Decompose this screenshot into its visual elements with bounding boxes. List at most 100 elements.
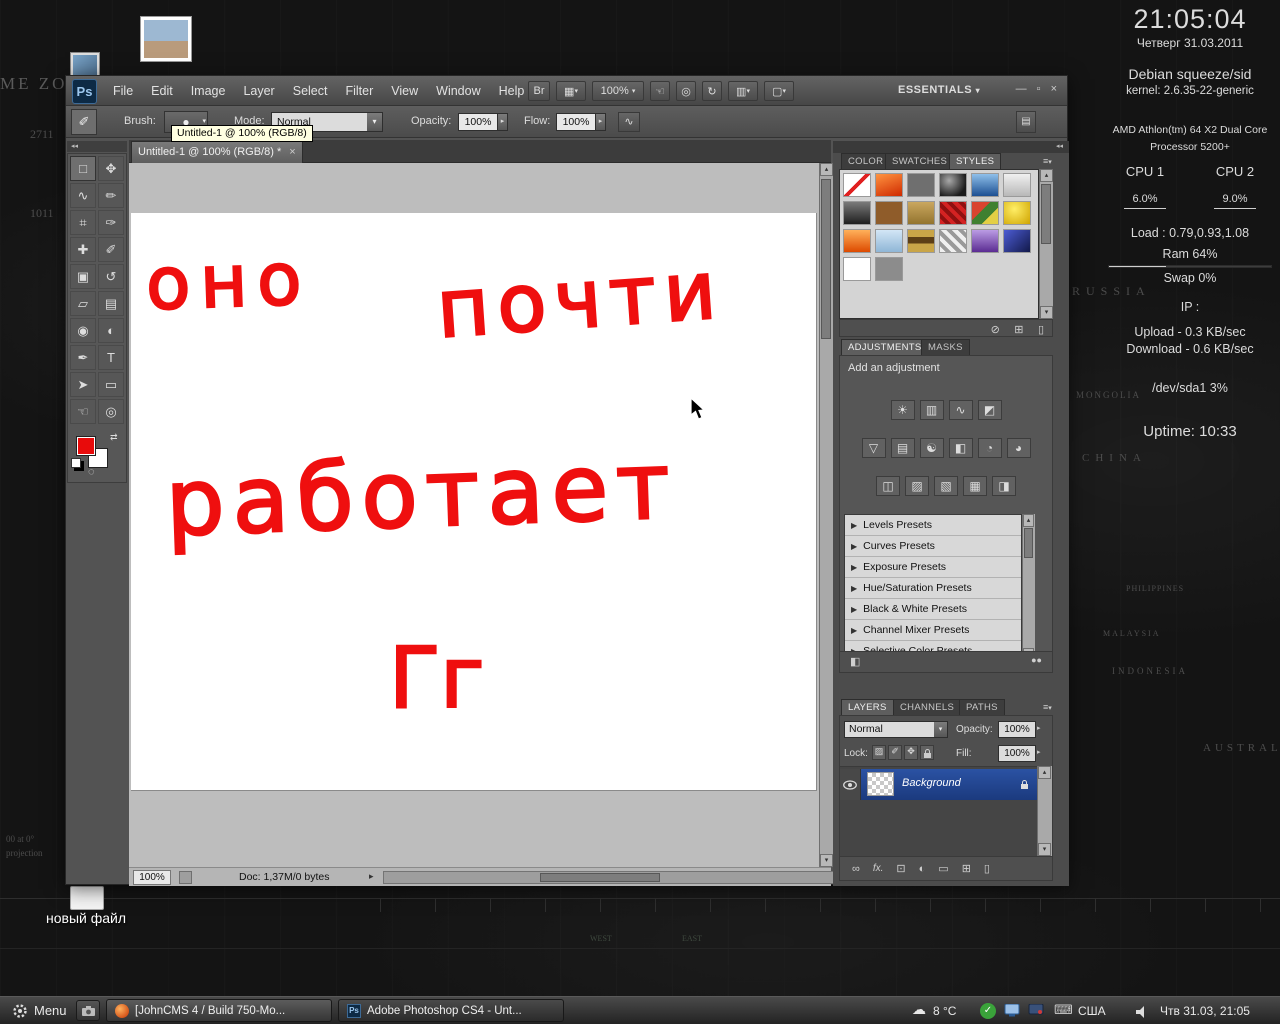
opacity-spinner[interactable]: ▸ <box>497 113 508 131</box>
tool-gradient[interactable]: ▤ <box>98 291 124 316</box>
layer-group-icon[interactable]: ▭ <box>938 862 948 875</box>
tab-color[interactable]: COLOR <box>841 153 891 169</box>
delete-layer-icon[interactable]: ▯ <box>984 862 990 875</box>
view-extras-button[interactable]: ▦ ▾ <box>556 81 586 101</box>
style-swatch[interactable] <box>939 173 967 197</box>
default-colors-icon[interactable] <box>71 458 81 468</box>
scroll-down-arrow[interactable]: ▾ <box>1040 306 1053 319</box>
adj-invert-icon[interactable]: ◫ <box>876 476 900 496</box>
style-swatch[interactable] <box>1003 229 1031 253</box>
document-tab[interactable]: Untitled-1 @ 100% (RGB/8) * × <box>131 141 303 163</box>
menu-help[interactable]: Help <box>490 76 534 106</box>
tab-layers[interactable]: LAYERS <box>841 699 894 715</box>
adj-selective-color-icon[interactable]: ◨ <box>992 476 1016 496</box>
tool-hand[interactable]: ☜ <box>70 399 96 424</box>
panel-toggle-icon[interactable]: ▤ <box>1016 111 1036 133</box>
tool-blur[interactable]: ◉ <box>70 318 96 343</box>
arrange-documents-button[interactable]: ▥ ▾ <box>728 81 758 101</box>
tool-lasso[interactable]: ∿ <box>70 183 96 208</box>
style-swatch[interactable] <box>971 229 999 253</box>
expand-arrow-icon[interactable]: ▶ <box>851 521 857 530</box>
toolbar-collapse-strip[interactable]: ◂◂ <box>67 141 127 152</box>
quick-mask-icon[interactable]: ◌ <box>88 466 95 478</box>
clear-style-icon[interactable]: ⊘ <box>991 324 1000 336</box>
screenshot-button[interactable] <box>76 1000 100 1021</box>
layers-scrollbar[interactable]: ▴ ▾ <box>1037 766 1052 856</box>
menu-view[interactable]: View <box>382 76 427 106</box>
adj-posterize-icon[interactable]: ▨ <box>905 476 929 496</box>
delete-style-icon[interactable]: ▯ <box>1038 324 1044 336</box>
foreground-color-swatch[interactable] <box>76 436 96 456</box>
expand-arrow-icon[interactable]: ▶ <box>851 605 857 614</box>
tool-dodge[interactable]: ◐ <box>98 318 124 343</box>
updates-tray-icon[interactable]: ✓ <box>980 1003 996 1019</box>
fill-field[interactable]: 100% <box>998 745 1036 762</box>
lock-pixels-icon[interactable]: ✐ <box>888 745 902 760</box>
adj-color-balance-icon[interactable]: ☯ <box>919 438 944 458</box>
layer-thumbnail[interactable] <box>867 772 894 796</box>
style-swatch[interactable] <box>971 173 999 197</box>
expand-arrow-icon[interactable]: ▶ <box>851 584 857 593</box>
panel-switch-icon[interactable]: ◧ <box>850 655 860 668</box>
layer-row-background[interactable]: Background <box>840 769 1037 800</box>
tool-clone-stamp[interactable]: ▣ <box>70 264 96 289</box>
network-tray-icon[interactable] <box>1028 1003 1044 1022</box>
taskbar-item-johncms[interactable]: [JohnCMS 4 / Build 750-Mo... <box>106 999 332 1022</box>
scroll-up-arrow[interactable]: ▴ <box>820 163 833 176</box>
style-swatch[interactable] <box>843 201 871 225</box>
maximize-button[interactable]: ▫ <box>1037 83 1041 95</box>
tool-eraser[interactable]: ▱ <box>70 291 96 316</box>
expand-arrow-icon[interactable]: ▶ <box>851 542 857 551</box>
preset-levels[interactable]: ▶ Levels Presets <box>845 515 1021 536</box>
tab-masks[interactable]: MASKS <box>921 339 970 355</box>
style-swatch[interactable] <box>843 229 871 253</box>
style-swatch[interactable] <box>1003 201 1031 225</box>
lock-all-icon[interactable] <box>920 745 934 760</box>
tool-quick-selection[interactable]: ✏ <box>98 183 124 208</box>
desktop-icon-new-file-label[interactable]: новый файл <box>46 910 126 926</box>
tab-adjustments[interactable]: ADJUSTMENTS <box>841 339 929 355</box>
style-swatch[interactable] <box>875 201 903 225</box>
adjustment-layer-icon[interactable]: ◐ <box>919 863 926 875</box>
panel-menu-icon[interactable]: ≡▾ <box>1043 702 1052 712</box>
rotate-view-button[interactable]: ↻ <box>702 81 722 101</box>
screen-mode-button[interactable]: ▢ ▾ <box>764 81 794 101</box>
tool-eyedropper[interactable]: ✑ <box>98 210 124 235</box>
volume-tray-icon[interactable] <box>1136 1005 1148 1023</box>
keyboard-layout-indicator[interactable]: США <box>1078 1004 1106 1018</box>
taskbar-item-photoshop[interactable]: Ps Adobe Photoshop CS4 - Unt... <box>338 999 564 1022</box>
new-style-icon[interactable]: ⊞ <box>1014 324 1023 336</box>
close-tab-icon[interactable]: × <box>289 142 295 163</box>
style-swatch[interactable] <box>939 229 967 253</box>
style-swatch[interactable] <box>939 201 967 225</box>
opacity-field[interactable]: 100% <box>458 113 498 131</box>
presets-scrollbar[interactable]: ▴ ▾ <box>1022 514 1035 661</box>
display-tray-icon[interactable] <box>1004 1003 1020 1022</box>
minimize-button[interactable]: — <box>1016 83 1027 95</box>
style-swatch[interactable] <box>843 173 871 197</box>
styles-scroll-thumb[interactable] <box>1041 184 1051 244</box>
adj-hue-saturation-icon[interactable]: ▤ <box>890 438 915 458</box>
scroll-up-arrow[interactable]: ▴ <box>1040 169 1053 182</box>
menu-button[interactable]: Menu <box>4 999 75 1022</box>
adj-black-white-icon[interactable]: ◧ <box>948 438 973 458</box>
tool-move[interactable]: ✥ <box>98 156 124 181</box>
preset-black-white[interactable]: ▶ Black & White Presets <box>845 599 1021 620</box>
vertical-scroll-thumb[interactable] <box>821 179 831 339</box>
new-layer-icon[interactable]: ⊞ <box>962 862 971 875</box>
tab-swatches[interactable]: SWATCHES <box>885 153 955 169</box>
menu-file[interactable]: File <box>104 76 142 106</box>
close-button[interactable]: × <box>1051 83 1057 95</box>
tool-path-selection[interactable]: ➤ <box>70 372 96 397</box>
horizontal-scroll-thumb[interactable] <box>540 873 660 882</box>
fill-spinner[interactable]: ▸ <box>1037 748 1041 756</box>
adj-channel-mixer-icon[interactable]: ◕ <box>1006 438 1031 458</box>
airbrush-toggle[interactable]: ∿ <box>618 112 640 132</box>
flow-field[interactable]: 100% <box>556 113 596 131</box>
panel-view-toggle-icon[interactable]: ●● <box>1031 655 1042 665</box>
keyboard-tray-icon[interactable]: ⌨ <box>1054 1002 1073 1018</box>
tool-type[interactable]: T <box>98 345 124 370</box>
style-swatch[interactable] <box>907 229 935 253</box>
style-swatch[interactable] <box>971 201 999 225</box>
scroll-up-arrow[interactable]: ▴ <box>1038 766 1051 779</box>
